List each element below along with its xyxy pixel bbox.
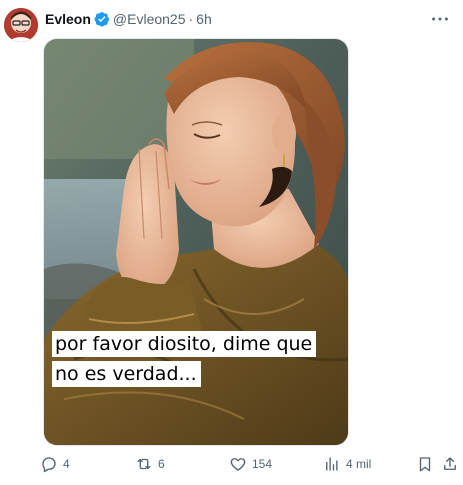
reply-count: 4 [63,457,70,471]
bookmark-icon [419,457,431,472]
avatar[interactable] [4,8,38,42]
caption-line-1: por favor diosito, dime que [52,331,317,357]
user-handle[interactable]: @Evleon25 [113,10,186,28]
repost-count: 6 [158,457,165,471]
display-name[interactable]: Evleon [45,10,91,28]
repost-icon [137,458,151,470]
reply-icon [42,457,56,473]
avatar-image [4,8,38,42]
verified-badge-icon [94,12,109,27]
action-bar: 4 6 154 4 mil [40,455,460,477]
share-icon [444,457,456,470]
view-count: 4 mil [346,457,372,471]
separator-dot: · [188,11,194,27]
reply-button[interactable]: 4 [40,455,70,473]
caption-line-2: no es verdad... [52,361,201,387]
views-chart-icon [326,457,338,471]
tweet[interactable]: Evleon @Evleon25 · 6h por favor diosito,… [0,0,463,485]
post-media[interactable]: por favor diosito, dime que no es verdad… [43,38,349,446]
heart-icon [230,458,246,471]
like-count: 154 [252,457,273,471]
post-time[interactable]: 6h [196,10,212,28]
share-button[interactable] [441,455,463,473]
meme-caption: por favor diosito, dime que no es verdad… [52,331,342,391]
views-button[interactable]: 4 mil [323,455,371,473]
post-header: Evleon @Evleon25 · 6h [45,10,212,28]
more-options-icon[interactable] [429,8,451,30]
bookmark-button[interactable] [416,455,439,473]
repost-button[interactable]: 6 [135,455,165,473]
like-button[interactable]: 154 [229,455,272,473]
